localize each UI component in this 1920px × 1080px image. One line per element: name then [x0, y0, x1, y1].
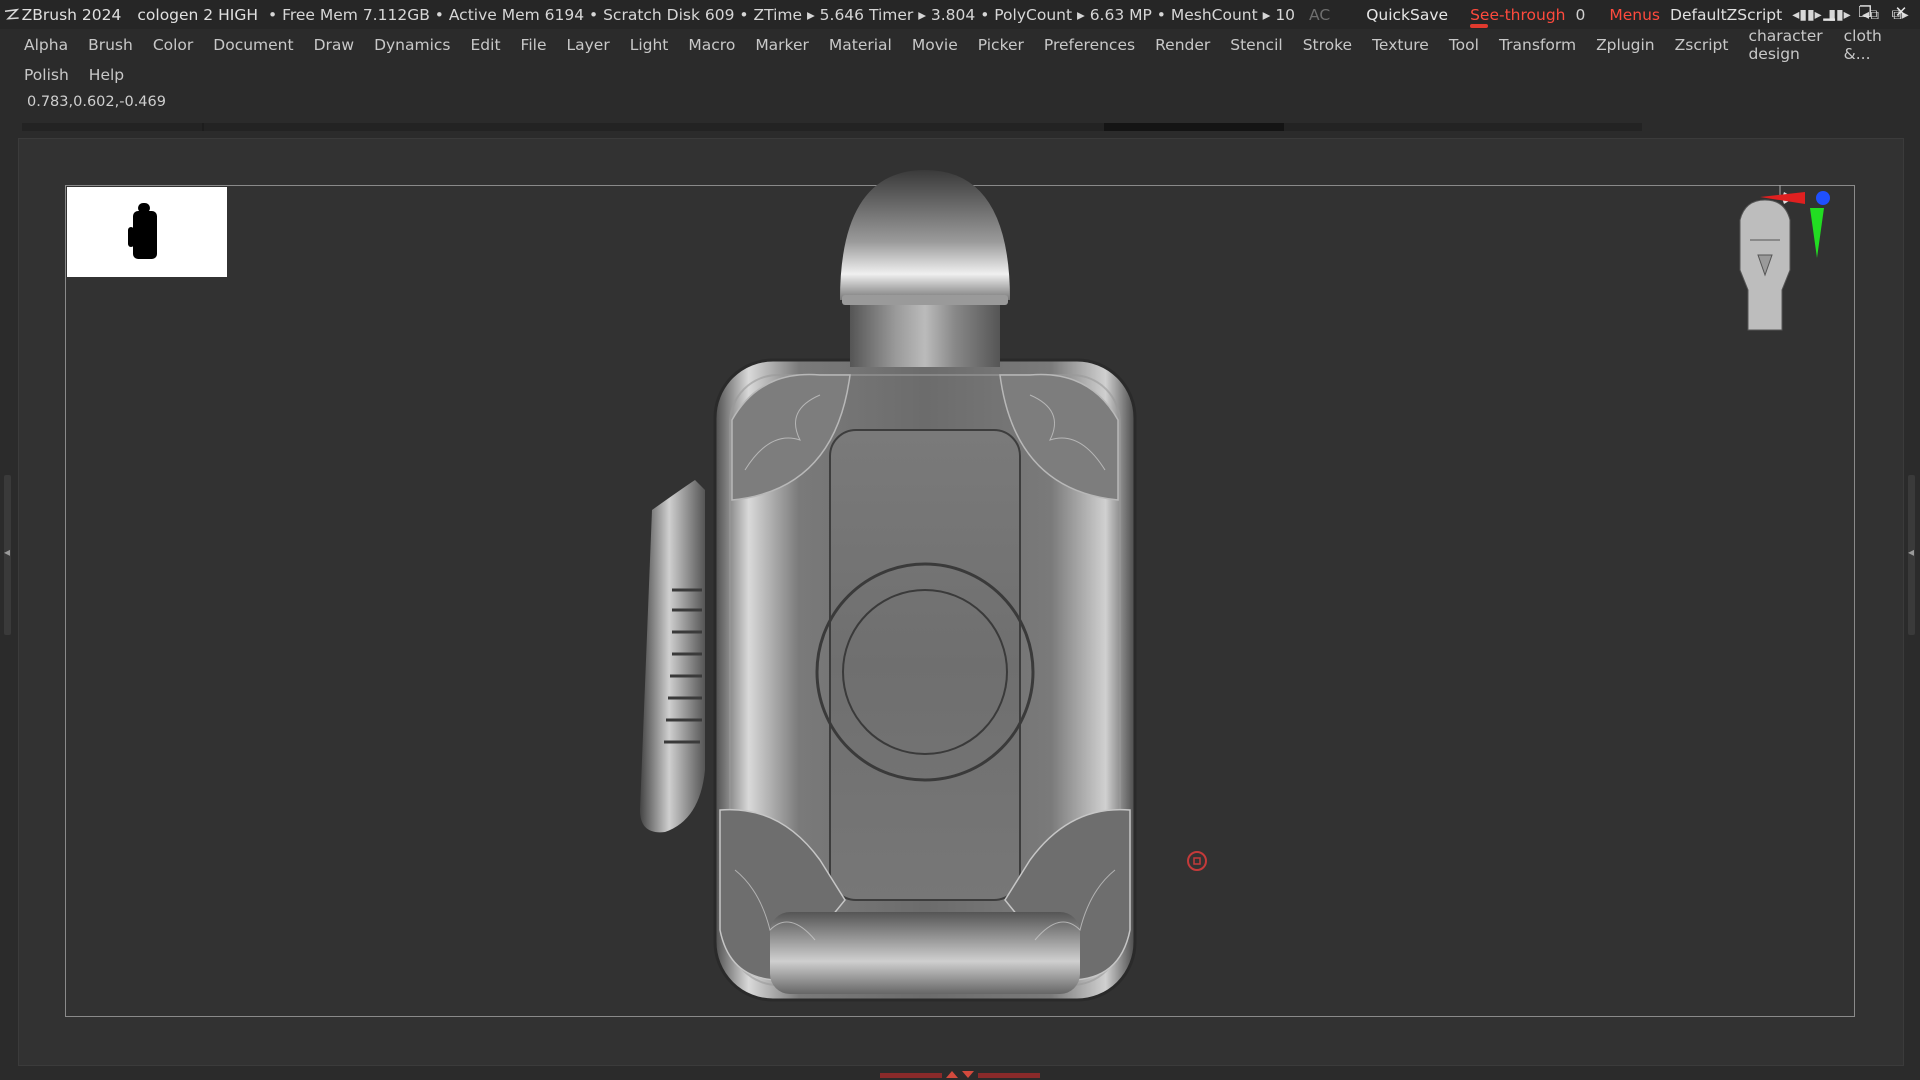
- menu-row-2: Polish Help: [14, 60, 1894, 90]
- menu-help[interactable]: Help: [79, 66, 134, 84]
- ac-indicator[interactable]: AC: [1309, 6, 1330, 24]
- menu-alpha[interactable]: Alpha: [14, 36, 78, 54]
- menu-movie[interactable]: Movie: [902, 36, 968, 54]
- menu-cloth[interactable]: cloth &...: [1834, 27, 1894, 63]
- menu-macro[interactable]: Macro: [678, 36, 745, 54]
- menu-draw[interactable]: Draw: [304, 36, 364, 54]
- zbrush-logo-icon[interactable]: [2, 4, 22, 26]
- menu-picker[interactable]: Picker: [968, 36, 1034, 54]
- main-menu-bar: Alpha Brush Color Document Draw Dynamics Edit F…: [14, 27, 1894, 90]
- menu-character-design[interactable]: character design: [1738, 27, 1833, 63]
- navigation-thumbnail[interactable]: [67, 187, 227, 277]
- memory-stats: • Free Mem 7.112GB • Active Mem 6194 • S…: [268, 5, 1296, 24]
- menu-preferences[interactable]: Preferences: [1034, 36, 1145, 54]
- minimize-icon[interactable]: ▁: [1815, 3, 1843, 21]
- bottle-model[interactable]: [620, 170, 1230, 1010]
- menu-polish[interactable]: Polish: [14, 66, 79, 84]
- close-icon[interactable]: ✕: [1887, 3, 1915, 21]
- menu-texture[interactable]: Texture: [1362, 36, 1439, 54]
- restore-icon[interactable]: ❐: [1851, 3, 1879, 21]
- title-bar: ZBrush 2024 cologen 2 HIGH • Free Mem 7.…: [0, 0, 1920, 29]
- shelf-scrollbar[interactable]: [22, 123, 1642, 131]
- menu-row-1: Alpha Brush Color Document Draw Dynamics Edit F…: [14, 27, 1894, 63]
- scroll-thumb[interactable]: [1104, 123, 1284, 131]
- menu-marker[interactable]: Marker: [745, 36, 819, 54]
- default-zscript-button[interactable]: DefaultZScript: [1670, 6, 1782, 24]
- scroll-segment: [202, 123, 204, 131]
- menus-toggle[interactable]: Menus: [1609, 6, 1660, 24]
- menu-color[interactable]: Color: [143, 36, 203, 54]
- menu-dynamics[interactable]: Dynamics: [364, 36, 460, 54]
- z-axis-dot: [1816, 191, 1830, 205]
- app-name: ZBrush 2024: [21, 5, 122, 24]
- menu-document[interactable]: Document: [203, 36, 303, 54]
- menu-stroke[interactable]: Stroke: [1293, 36, 1362, 54]
- document-name: cologen 2 HIGH: [137, 5, 258, 24]
- quicksave-button[interactable]: QuickSave: [1354, 6, 1460, 24]
- y-axis-arrow: [1810, 208, 1824, 258]
- menu-layer[interactable]: Layer: [556, 36, 619, 54]
- menu-material[interactable]: Material: [819, 36, 902, 54]
- left-tray-arrow-icon[interactable]: ◂: [4, 545, 10, 559]
- see-through-value: 0: [1575, 5, 1586, 24]
- see-through-slider[interactable]: See-through: [1470, 6, 1566, 28]
- menu-zscript[interactable]: Zscript: [1665, 36, 1739, 54]
- menu-stencil[interactable]: Stencil: [1220, 36, 1292, 54]
- right-tray-arrow-icon[interactable]: ◂: [1908, 545, 1914, 559]
- menu-edit[interactable]: Edit: [461, 36, 511, 54]
- menu-file[interactable]: File: [511, 36, 557, 54]
- bottom-tray-toggle-icon[interactable]: [880, 1069, 1040, 1080]
- menu-zplugin[interactable]: Zplugin: [1586, 36, 1665, 54]
- menu-render[interactable]: Render: [1145, 36, 1220, 54]
- menu-brush[interactable]: Brush: [78, 36, 143, 54]
- cursor-coordinates: 0.783,0.602,-0.469: [27, 94, 166, 110]
- head-orientation-icon[interactable]: [1700, 180, 1860, 350]
- menu-light[interactable]: Light: [620, 36, 679, 54]
- menu-tool[interactable]: Tool: [1439, 36, 1489, 54]
- bottle-silhouette-icon: [128, 203, 157, 259]
- menu-transform[interactable]: Transform: [1489, 36, 1586, 54]
